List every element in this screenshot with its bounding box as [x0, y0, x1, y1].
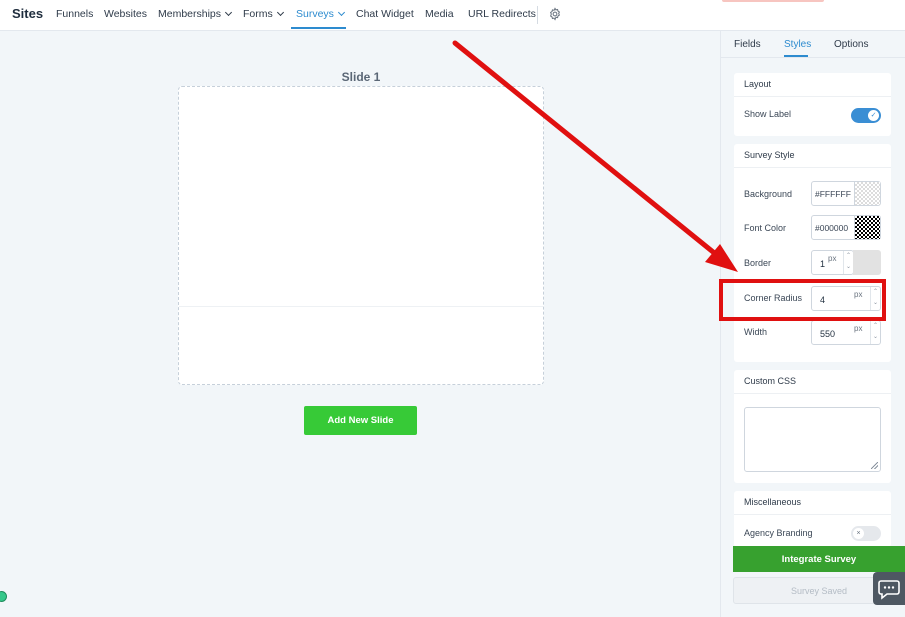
width-label: Width [744, 327, 768, 337]
chevron-down-icon[interactable]: ⌄ [871, 332, 880, 343]
nav-websites[interactable]: Websites [104, 8, 147, 20]
survey-style-card: Survey Style Background #FFFFFF Font Col… [734, 144, 891, 362]
font-color-hex: #000000 [815, 223, 849, 233]
chevron-down-icon [337, 8, 345, 17]
top-nav: Sites Funnels Websites Memberships Forms… [0, 0, 905, 31]
nav-media[interactable]: Media [425, 8, 454, 20]
custom-css-card-title: Custom CSS [734, 370, 891, 394]
slide-title: Slide 1 [341, 70, 381, 84]
misc-card-title: Miscellaneous [734, 491, 891, 515]
brand-title: Sites [12, 6, 44, 21]
border-color-swatch[interactable] [853, 250, 881, 275]
show-label-text: Show Label [744, 109, 792, 119]
slide-canvas[interactable] [178, 86, 544, 385]
nav-divider [537, 6, 538, 24]
tab-fields[interactable]: Fields [734, 39, 761, 50]
tab-divider [721, 57, 905, 58]
annotation-highlight-box [719, 279, 886, 321]
width-unit: px [854, 324, 863, 333]
border-unit: px [828, 254, 837, 263]
background-swatch[interactable] [854, 182, 880, 205]
misc-card: Miscellaneous Agency Branding × [734, 491, 891, 547]
settings-panel: Fields Styles Options Layout Show Label … [720, 31, 905, 617]
width-input[interactable]: 550 px ⌃ ⌄ [811, 320, 881, 345]
nav-label: Chat Widget [356, 8, 414, 20]
nav-forms[interactable]: Forms [243, 8, 284, 20]
nav-memberships[interactable]: Memberships [158, 8, 233, 20]
chevron-up-icon[interactable]: ⌃ [871, 321, 880, 332]
close-icon: × [853, 528, 864, 539]
chevron-down-icon [224, 8, 233, 17]
chevron-up-icon[interactable]: ⌃ [844, 251, 853, 262]
background-color-field[interactable]: #FFFFFF [811, 181, 881, 206]
width-stepper[interactable]: ⌃ ⌄ [870, 321, 880, 344]
nav-surveys[interactable]: Surveys [296, 8, 345, 20]
survey-style-card-title: Survey Style [734, 144, 891, 168]
layout-card-title: Layout [734, 73, 891, 97]
resize-handle-icon[interactable] [871, 462, 878, 469]
background-label: Background [744, 189, 793, 199]
nav-label: Forms [243, 8, 273, 20]
border-width-input[interactable]: 1 px ⌃ ⌄ [811, 250, 854, 275]
nav-label: Media [425, 8, 454, 20]
nav-label: Memberships [158, 8, 222, 20]
border-value: 1 [820, 259, 826, 269]
agency-branding-toggle[interactable]: × [851, 526, 881, 541]
border-label: Border [744, 258, 772, 268]
chevron-down-icon [276, 8, 284, 17]
nav-funnels[interactable]: Funnels [56, 8, 93, 20]
show-label-toggle[interactable]: ✓ [851, 108, 881, 123]
tab-styles[interactable]: Styles [784, 39, 811, 50]
top-edge-element [722, 0, 824, 2]
active-tab-indicator [784, 55, 808, 57]
agency-branding-label: Agency Branding [744, 528, 813, 538]
chat-icon [878, 580, 900, 600]
slide-divider [179, 306, 543, 307]
layout-card: Layout Show Label ✓ [734, 73, 891, 136]
gear-icon[interactable] [548, 7, 562, 21]
check-icon: ✓ [868, 110, 879, 121]
integrate-survey-button[interactable]: Integrate Survey [733, 546, 905, 572]
nav-url-redirects[interactable]: URL Redirects [468, 8, 536, 20]
font-color-swatch[interactable] [854, 216, 880, 239]
nav-label: Websites [104, 8, 147, 20]
chevron-down-icon[interactable]: ⌄ [844, 262, 853, 273]
font-color-label: Font Color [744, 223, 787, 233]
status-dot-icon[interactable] [0, 591, 7, 602]
nav-label: Surveys [296, 8, 334, 20]
font-color-field[interactable]: #000000 [811, 215, 881, 240]
nav-chat-widget[interactable]: Chat Widget [356, 8, 414, 20]
width-value: 550 [820, 329, 836, 339]
add-new-slide-button[interactable]: Add New Slide [304, 406, 417, 435]
tab-options[interactable]: Options [834, 39, 868, 50]
chat-bubble-button[interactable] [873, 572, 905, 605]
custom-css-textarea[interactable] [744, 407, 881, 472]
border-stepper[interactable]: ⌃ ⌄ [843, 251, 853, 274]
custom-css-card: Custom CSS [734, 370, 891, 483]
nav-label: Funnels [56, 8, 94, 20]
nav-label: URL Redirects [468, 8, 536, 20]
background-hex: #FFFFFF [815, 189, 851, 199]
active-nav-indicator [291, 27, 346, 29]
